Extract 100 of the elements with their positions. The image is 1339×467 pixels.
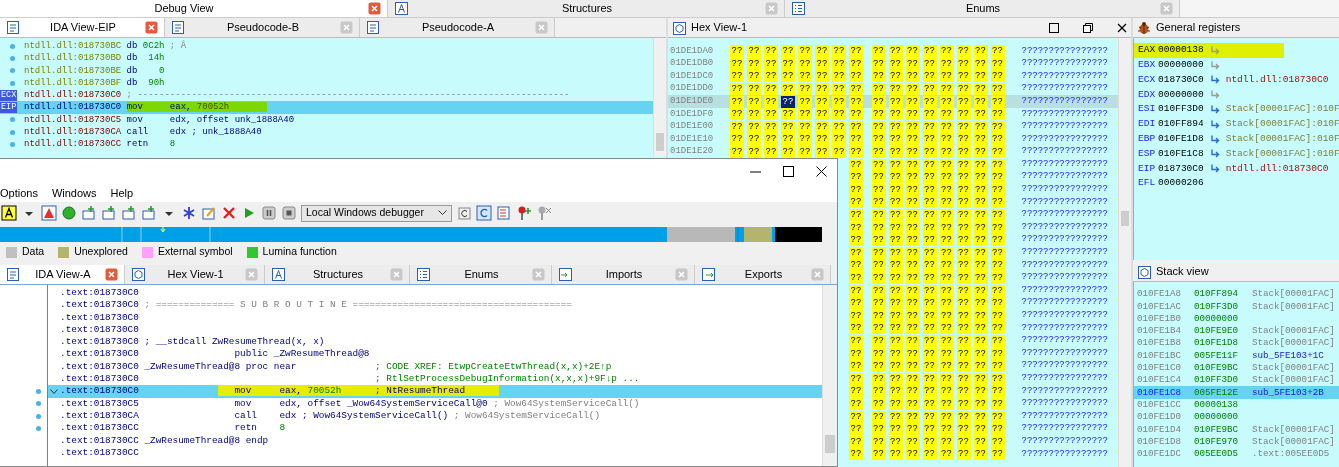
hex-byte[interactable]: ?? [871,347,886,360]
hex-byte[interactable]: ?? [781,57,795,70]
hex-byte[interactable]: ?? [871,196,886,209]
hex-byte[interactable]: ?? [990,45,1005,58]
hex-byte[interactable]: ?? [956,234,971,247]
hex-byte[interactable]: ?? [939,57,954,70]
hex-byte[interactable]: ?? [939,309,954,322]
menu-item[interactable]: Help [110,184,134,202]
hex-byte[interactable]: ?? [764,108,778,121]
hex-byte[interactable]: ?? [832,108,846,121]
hex-byte[interactable]: ?? [973,83,988,96]
hex-byte[interactable]: ?? [747,108,761,121]
hex-byte[interactable]: ?? [905,146,920,159]
hex-byte[interactable]: ?? [939,448,954,461]
hex-byte[interactable]: ?? [939,284,954,297]
hex-byte[interactable]: ?? [871,385,886,398]
hex-byte[interactable]: ?? [815,57,829,70]
hex-byte[interactable]: ?? [849,322,863,335]
hex-byte[interactable]: ?? [939,272,954,284]
close-icon[interactable] [1117,22,1127,33]
hex-byte[interactable]: ?? [849,209,863,221]
hex-byte[interactable]: ?? [956,133,971,146]
restore-icon[interactable] [1083,22,1093,33]
hex-byte[interactable]: ?? [990,171,1005,184]
hex-byte[interactable]: ?? [990,196,1005,209]
hex-byte[interactable]: ?? [922,209,937,221]
hex-byte[interactable]: ?? [871,246,886,259]
hex-byte[interactable]: ?? [730,83,744,96]
hex-byte[interactable]: ?? [973,360,988,373]
hex-byte[interactable]: ?? [781,45,795,58]
hex-byte[interactable]: ?? [922,322,937,335]
scrollbar[interactable] [653,38,666,156]
hex-byte[interactable]: ?? [922,196,937,209]
hex-byte[interactable]: ?? [849,360,863,373]
hex-byte[interactable]: ?? [939,347,954,360]
hex-byte[interactable]: ?? [871,108,886,121]
close-icon[interactable] [816,166,827,177]
hex-byte[interactable]: ?? [939,397,954,410]
navigation-band-drawing[interactable] [0,226,822,243]
hex-byte[interactable]: ?? [747,146,761,159]
hex-byte[interactable]: ?? [956,284,971,297]
hex-byte[interactable]: ?? [956,108,971,121]
hex-byte[interactable]: ?? [956,435,971,448]
hex-byte[interactable]: ?? [922,360,937,373]
stack-row[interactable]: 010FE1B4 010FE9E0 Stack[00001FAC] [1134,324,1339,338]
hex-byte[interactable]: ?? [905,83,920,96]
stack-row[interactable]: 010FE1AC 010FF3D0 Stack[00001FAC] [1134,300,1339,313]
hex-byte[interactable]: ?? [905,108,920,121]
hex-byte[interactable]: ?? [973,108,988,121]
stack-row[interactable]: 010FE1DC 005EE0D5 .text:005EE0D5 [1134,447,1339,461]
hex-byte[interactable]: ?? [871,221,886,234]
hex-byte[interactable]: ?? [849,259,863,272]
hex-byte[interactable]: ?? [888,183,903,196]
hex-byte[interactable]: ?? [956,57,971,70]
hex-byte[interactable]: ?? [956,448,971,461]
hex-byte[interactable]: ?? [973,297,988,310]
hex-byte[interactable]: ?? [871,360,886,373]
hex-byte[interactable]: ?? [871,183,886,196]
hex-byte[interactable]: ?? [939,385,954,398]
hex-byte[interactable]: ?? [905,284,920,297]
hex-byte[interactable]: ?? [956,120,971,133]
hex-byte[interactable]: ?? [922,297,937,310]
hex-byte[interactable]: ?? [905,322,920,335]
hex-byte[interactable]: ?? [956,95,971,108]
hex-byte[interactable]: ?? [888,45,903,58]
hex-byte[interactable]: ?? [871,435,886,448]
hex-byte[interactable]: ?? [871,397,886,410]
hex-byte[interactable]: ?? [849,385,863,398]
hex-byte[interactable]: ?? [939,120,954,133]
hex-byte[interactable]: ?? [815,83,829,96]
hex-byte[interactable]: ?? [905,297,920,310]
hex-byte[interactable]: ?? [781,133,795,146]
hex-byte[interactable]: ?? [747,45,761,58]
hex-byte[interactable]: ?? [849,297,863,310]
hex-byte[interactable]: ?? [922,259,937,272]
hex-byte[interactable]: ?? [956,347,971,360]
hex-byte[interactable]: ?? [871,171,886,184]
scrollbar[interactable] [1118,38,1131,467]
delete-icon[interactable] [221,205,237,221]
hex-byte[interactable]: ?? [922,385,937,398]
tab[interactable]: Enums [410,265,552,284]
hex-byte[interactable]: ?? [990,309,1005,322]
hex-byte[interactable]: ?? [905,272,920,284]
collapse-icon[interactable] [50,388,58,395]
hex-byte[interactable]: ?? [815,120,829,133]
hex-byte[interactable]: ?? [849,45,863,58]
hex-byte[interactable]: ?? [939,372,954,385]
hex-byte[interactable]: ?? [888,133,903,146]
hex-byte[interactable]: ?? [956,360,971,373]
letter-c-icon[interactable] [475,205,492,221]
hex-byte[interactable]: ?? [871,146,886,159]
hex-byte[interactable]: ?? [888,322,903,335]
hex-byte[interactable]: ?? [939,209,954,221]
hex-byte[interactable]: ?? [922,423,937,436]
hex-byte[interactable]: ?? [764,146,778,159]
hex-byte[interactable]: ?? [939,133,954,146]
stack-row[interactable]: 010FE1CC 00000138 [1134,398,1339,411]
hex-byte[interactable]: ?? [990,334,1005,347]
hex-byte[interactable]: ?? [747,83,761,96]
hex-byte[interactable]: ?? [973,57,988,70]
